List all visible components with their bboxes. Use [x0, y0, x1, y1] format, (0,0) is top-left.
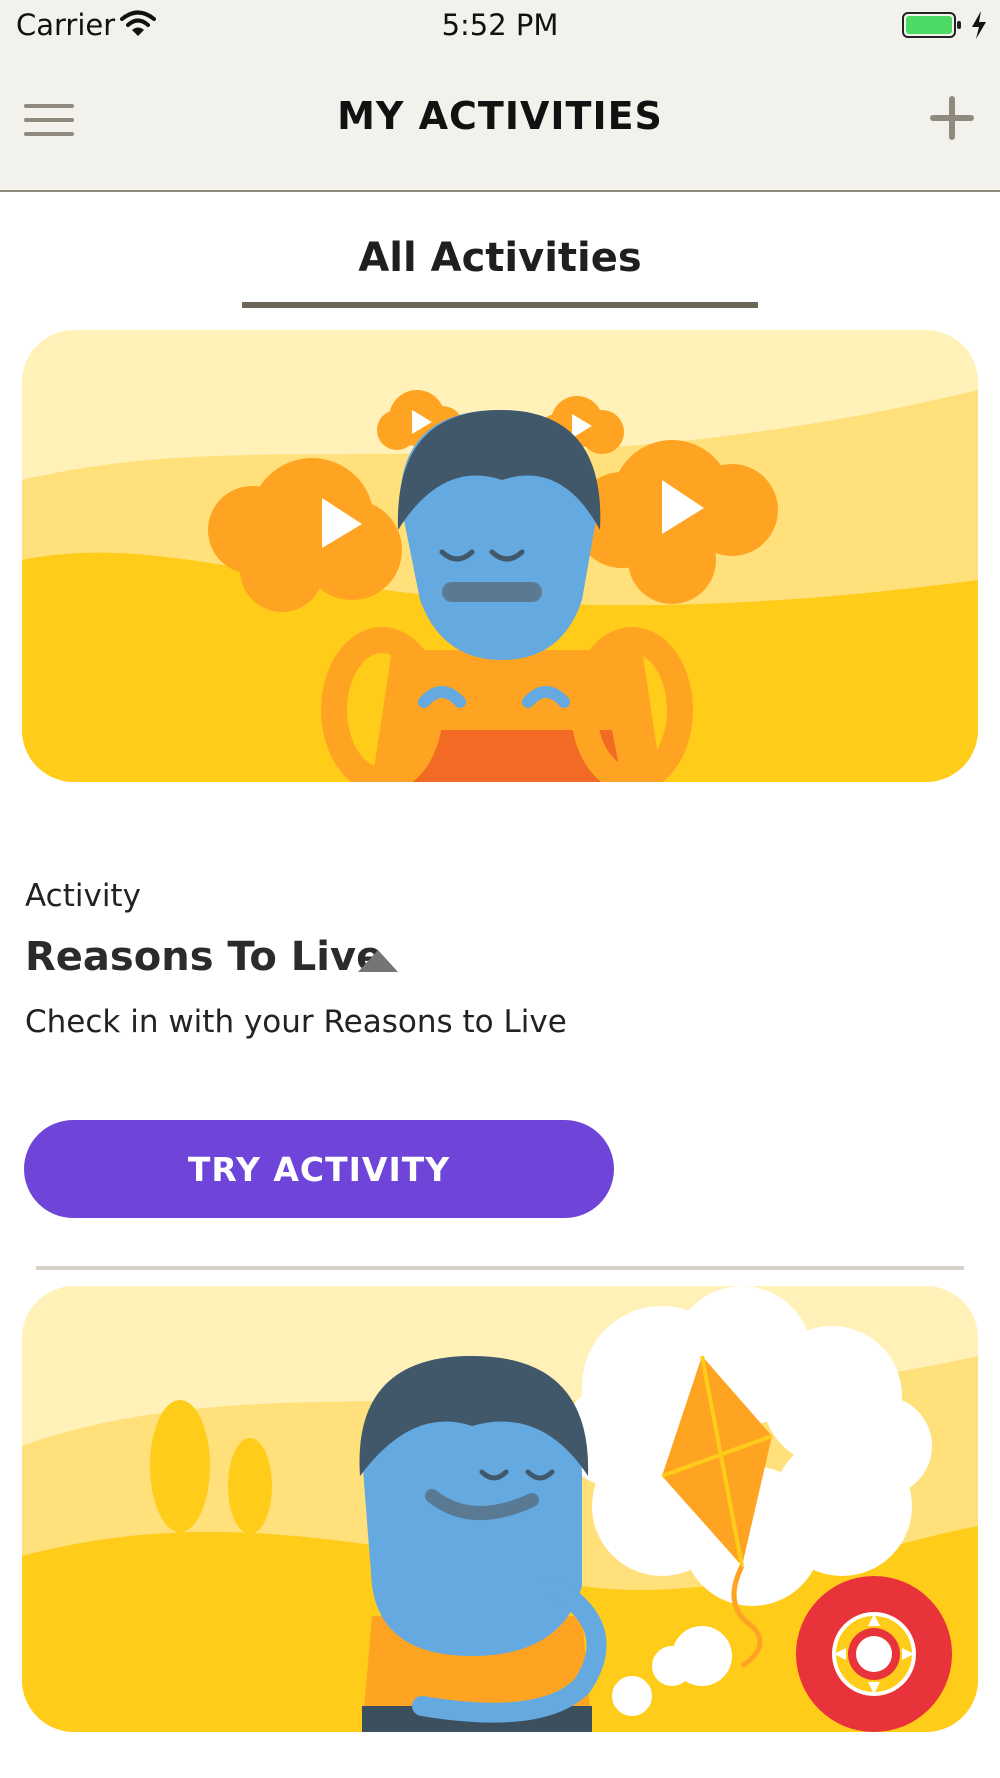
activity-title: Reasons To Live — [25, 934, 384, 980]
tab-label: All Activities — [358, 235, 642, 281]
top-bar: Carrier 5:52 PM MY ACTIVITIES — [0, 0, 1000, 192]
charging-bolt-icon — [972, 11, 986, 39]
tab-all-activities[interactable]: All Activities — [242, 228, 758, 308]
triangle-up-icon[interactable] — [356, 948, 400, 974]
activity-kicker: Activity — [25, 878, 141, 914]
plus-icon[interactable] — [928, 94, 976, 142]
activity-description: Check in with your Reasons to Live — [25, 1004, 567, 1040]
page-title: MY ACTIVITIES — [337, 94, 663, 138]
battery-icon — [902, 12, 961, 38]
meditating-character-with-play-clouds-illustration — [22, 330, 978, 782]
status-time: 5:52 PM — [441, 8, 559, 42]
lifebuoy-icon[interactable] — [794, 1574, 954, 1734]
divider — [36, 1266, 964, 1270]
try-activity-button[interactable]: TRY ACTIVITY — [24, 1120, 614, 1218]
